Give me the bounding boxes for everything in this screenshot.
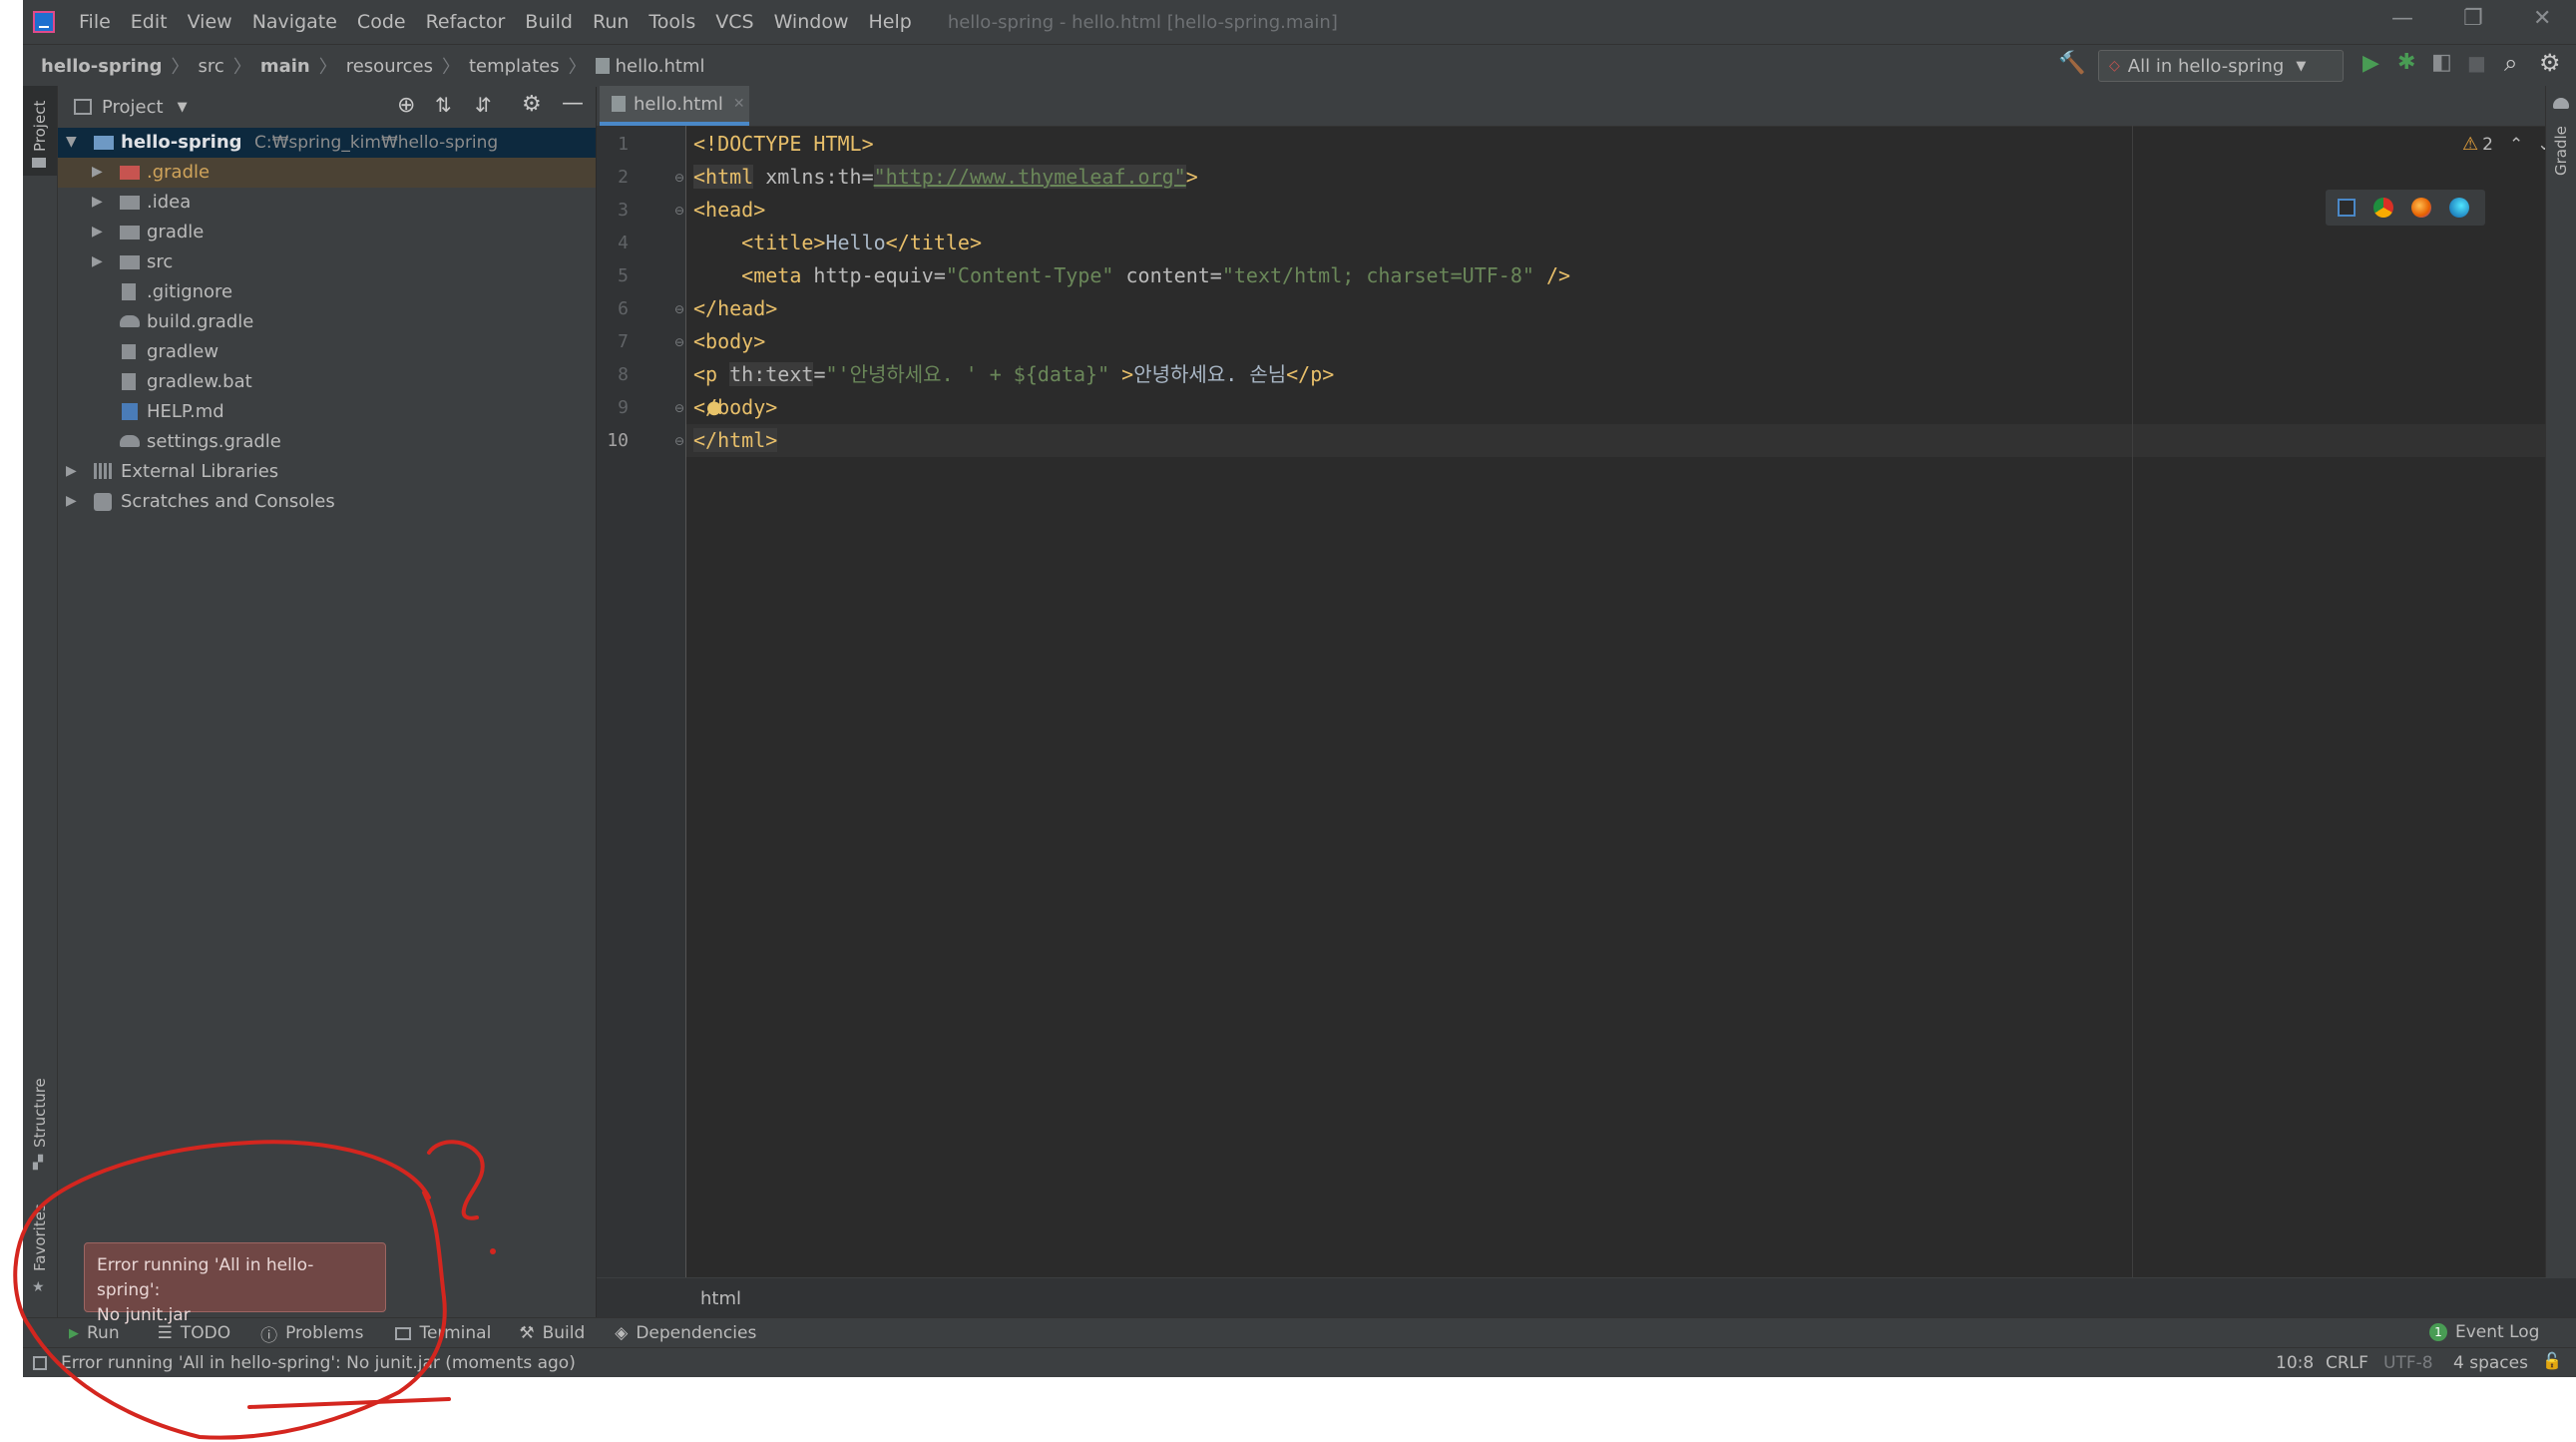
annotation-dot (490, 1248, 496, 1254)
annotation-question-mark-stroke (427, 1140, 485, 1220)
annotation-circle-stroke (13, 1140, 447, 1440)
annotation-overlay (13, 1140, 496, 1440)
annotation-underline-stroke (247, 1397, 451, 1409)
